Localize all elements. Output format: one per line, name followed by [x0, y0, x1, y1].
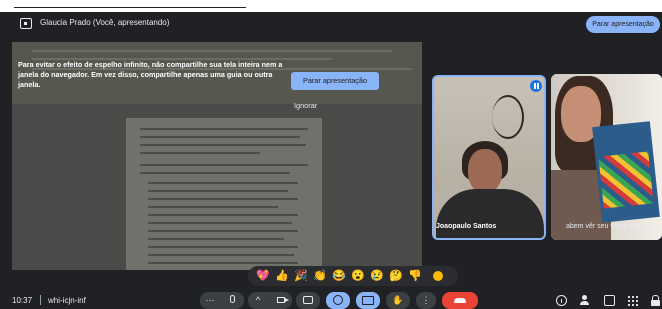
- activities-icon[interactable]: [627, 295, 638, 306]
- surprised-face-icon[interactable]: 😮: [351, 269, 365, 283]
- divider: [40, 295, 41, 305]
- present-screen-icon: [20, 18, 32, 29]
- doc-text-line: [140, 152, 260, 154]
- meeting-code: whi-icjn-inf: [48, 296, 86, 305]
- clapping-hands-icon[interactable]: 👏: [313, 269, 327, 283]
- crying-face-icon[interactable]: 😢: [370, 269, 384, 283]
- speaking-indicator-icon: [530, 80, 542, 92]
- meeting-time: 10:37: [12, 296, 33, 305]
- infinite-mirror-warning: Para evitar o efeito de espelho infinito…: [18, 60, 283, 89]
- doc-text-line: [148, 214, 298, 216]
- microphone-icon: [230, 295, 235, 303]
- microphone-control: ⋯: [200, 292, 244, 309]
- info-icon[interactable]: [556, 295, 567, 306]
- captions-button[interactable]: [296, 292, 320, 309]
- video-options-icon[interactable]: ^: [248, 295, 268, 306]
- participant-face: [468, 149, 502, 193]
- doc-text-line: [148, 254, 294, 256]
- doc-text-line: [148, 206, 278, 208]
- microphone-button[interactable]: [224, 292, 244, 309]
- doc-text-line: [140, 164, 308, 166]
- leave-call-button[interactable]: [442, 292, 478, 309]
- participant-name: Joaopaulo Santos: [436, 223, 497, 230]
- doc-text-line: [148, 222, 292, 224]
- emoji-icon: [333, 295, 343, 305]
- party-popper-icon[interactable]: 🎉: [294, 269, 308, 283]
- meet-window: Glaucia Prado (Você, apresentando) Parar…: [0, 12, 662, 309]
- doc-text-line: [148, 190, 288, 192]
- presentation-bar: Glaucia Prado (Você, apresentando) Parar…: [0, 12, 662, 36]
- participant-body: [436, 189, 544, 238]
- participant-tile[interactable]: [551, 74, 662, 240]
- hang-up-icon: [454, 298, 466, 303]
- participant-tile[interactable]: [432, 75, 546, 240]
- top-underline: [14, 7, 246, 8]
- more-options-button[interactable]: ⋮: [416, 292, 436, 309]
- present-icon: [362, 296, 374, 305]
- doc-text-line: [148, 246, 298, 248]
- reactions-button[interactable]: [326, 292, 350, 309]
- people-icon[interactable]: [580, 295, 591, 306]
- more-vertical-icon: ⋮: [421, 295, 431, 305]
- hand-icon: ✋: [392, 295, 404, 305]
- ignore-button[interactable]: Ignorar: [294, 101, 317, 110]
- doc-text-line: [140, 172, 290, 174]
- camera-control: ^: [248, 292, 292, 309]
- audio-options-icon[interactable]: ⋯: [200, 295, 220, 306]
- video-cable: [492, 95, 524, 139]
- top-browser-strip: [0, 0, 662, 12]
- thinking-face-icon[interactable]: 🤔: [389, 269, 403, 283]
- sparkling-heart-icon[interactable]: 💖: [256, 269, 270, 283]
- warning-stop-presenting-button[interactable]: Parar apresentação: [291, 72, 379, 90]
- shared-doc-page: [126, 118, 322, 270]
- doc-text-line: [148, 262, 298, 264]
- doc-text-line: [148, 182, 298, 184]
- chat-icon[interactable]: [604, 295, 615, 306]
- raise-hand-button[interactable]: ✋: [386, 292, 410, 309]
- doc-text-line: [140, 128, 308, 130]
- book-cover-pattern: [598, 151, 654, 209]
- presenter-label: Glaucia Prado (Você, apresentando): [40, 18, 170, 27]
- doc-text-line: [148, 230, 298, 232]
- bottom-bar: 10:37 whi-icjn-inf ⋯ ^ ✋ ⋮: [0, 292, 662, 309]
- laughing-face-icon[interactable]: 😂: [332, 269, 346, 283]
- stop-presenting-button[interactable]: Parar apresentação: [586, 16, 660, 33]
- host-controls-icon[interactable]: [650, 295, 660, 306]
- doc-text-line: [148, 238, 284, 240]
- doc-text-line: [148, 198, 298, 200]
- skin-tone-icon[interactable]: [433, 271, 443, 281]
- doc-text-line: [140, 144, 306, 146]
- reactions-bar: 💖 👍 🎉 👏 😂 😮 😢 🤔 👎: [248, 266, 458, 286]
- camera-button[interactable]: [272, 292, 292, 309]
- thumbs-down-icon[interactable]: 👎: [408, 269, 422, 283]
- thumbs-up-icon[interactable]: 👍: [275, 269, 289, 283]
- doc-text-line: [140, 136, 300, 138]
- toolbar-row: [32, 50, 392, 52]
- captions-icon: [303, 296, 313, 304]
- participant-caption: abem vêr seu vídeo complet: [566, 223, 654, 230]
- camera-icon: [277, 297, 289, 303]
- present-button[interactable]: [356, 292, 380, 309]
